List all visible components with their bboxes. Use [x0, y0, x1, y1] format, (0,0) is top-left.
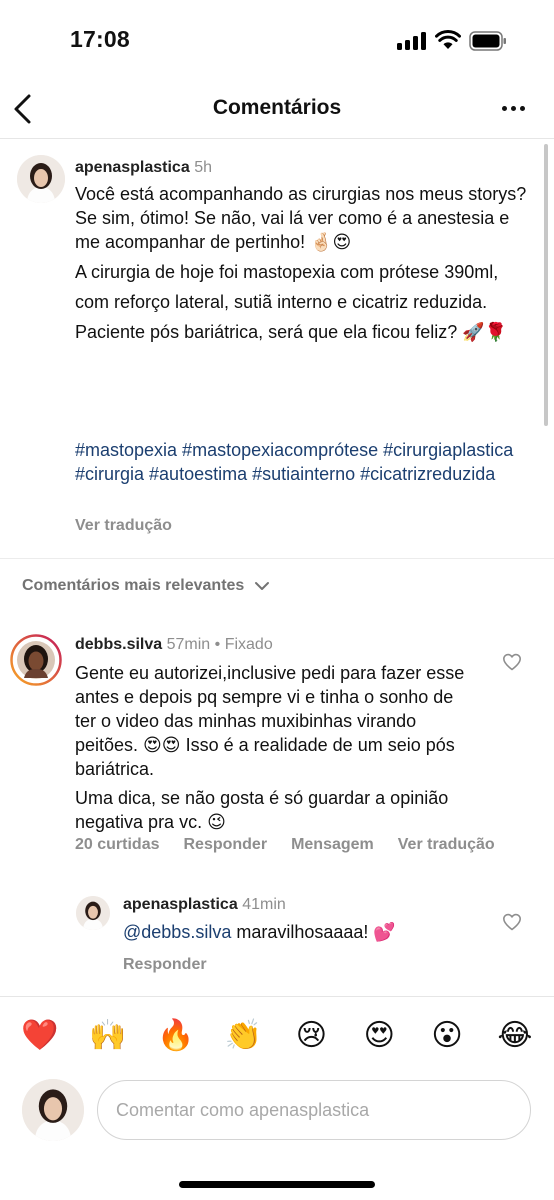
more-dots-icon[interactable] — [500, 96, 528, 120]
battery-icon — [469, 31, 506, 51]
emoji-heart-eyes[interactable]: 😍 — [359, 1016, 399, 1056]
home-indicator[interactable] — [179, 1181, 375, 1188]
caption-time: 5h — [194, 159, 212, 176]
caption-hashtags[interactable]: #mastopexia #mastopexiacomprótese #cirur… — [75, 438, 535, 486]
emoji-heart[interactable]: ❤️ — [20, 1016, 60, 1056]
comment-username[interactable]: debbs.silva — [75, 636, 162, 653]
comment-text: Gente eu autorizei,inclusive pedi para f… — [75, 661, 475, 839]
emoji-fire[interactable]: 🔥 — [156, 1016, 196, 1056]
likes-count[interactable]: 20 curtidas — [75, 836, 159, 854]
pinned-label: Fixado — [224, 636, 273, 653]
reply-text: @debbs.silva maravilhosaaaa! 💕 — [123, 920, 483, 944]
avatar[interactable] — [76, 896, 110, 930]
avatar[interactable] — [22, 1079, 84, 1141]
caption-paragraph: A cirurgia de hoje foi mastopexia com pr… — [75, 262, 499, 282]
emoji-laughing[interactable]: 😂 — [495, 1016, 535, 1056]
header: Comentários — [0, 84, 554, 139]
reply-body: maravilhosaaaa! 💕 — [231, 922, 396, 942]
caption-username[interactable]: apenasplastica — [75, 159, 190, 176]
comment-paragraph: Gente eu autorizei,inclusive pedi para f… — [75, 663, 465, 779]
emoji-raised-hands[interactable]: 🙌 — [88, 1016, 128, 1056]
comment-meta: debbs.silva 57min • Fixado — [75, 636, 273, 654]
caption-paragraph: Você está acompanhando as cirurgias nos … — [75, 184, 527, 252]
reply-button[interactable]: Responder — [123, 956, 207, 974]
post-caption: apenasplastica 5h Você está acompanhando… — [0, 139, 554, 559]
reply-meta: apenasplastica 41min — [123, 896, 286, 914]
wifi-icon — [435, 30, 461, 49]
caption-paragraph: Paciente pós bariátrica, será que ela fi… — [75, 322, 508, 342]
emoji-quick-reactions: ❤️ 🙌 🔥 👏 😢 😍 😮 😂 — [0, 1016, 554, 1056]
meta-separator: • — [214, 636, 221, 653]
signal-icon — [397, 32, 427, 50]
see-translation-link[interactable]: Ver tradução — [75, 517, 172, 535]
caption-paragraph: com reforço lateral, sutiã interno e cic… — [75, 292, 488, 312]
filter-label: Comentários mais relevantes — [22, 577, 245, 594]
message-button[interactable]: Mensagem — [291, 836, 374, 854]
comment-paragraph: Uma dica, se não gosta é só guardar a op… — [75, 788, 449, 832]
emoji-crying[interactable]: 😢 — [291, 1016, 331, 1056]
reply-actions: Responder — [123, 956, 207, 974]
page-title: Comentários — [212, 96, 342, 119]
divider — [0, 996, 554, 997]
emoji-surprised[interactable]: 😮 — [427, 1016, 467, 1056]
avatar[interactable] — [10, 634, 62, 686]
avatar[interactable] — [17, 155, 65, 203]
status-time: 17:08 — [70, 26, 130, 52]
comment-actions: 20 curtidas Responder Mensagem Ver tradu… — [75, 836, 495, 854]
caption-meta: apenasplastica 5h — [75, 159, 212, 177]
caption-text: Você está acompanhando as cirurgias nos … — [75, 182, 535, 350]
chevron-down-icon — [255, 582, 270, 590]
heart-icon[interactable] — [502, 912, 522, 932]
status-bar: 17:08 — [0, 0, 554, 84]
emoji-clap[interactable]: 👏 — [224, 1016, 264, 1056]
reply-button[interactable]: Responder — [183, 836, 267, 854]
reply-mention[interactable]: @debbs.silva — [123, 922, 231, 942]
comment-input[interactable] — [97, 1080, 531, 1140]
comment-time: 57min — [166, 636, 211, 653]
heart-icon[interactable] — [502, 652, 522, 672]
relevant-comments-filter[interactable]: Comentários mais relevantes — [22, 577, 270, 595]
reply-time: 41min — [242, 896, 286, 913]
translate-button[interactable]: Ver tradução — [398, 836, 495, 854]
reply-username[interactable]: apenasplastica — [123, 896, 238, 913]
